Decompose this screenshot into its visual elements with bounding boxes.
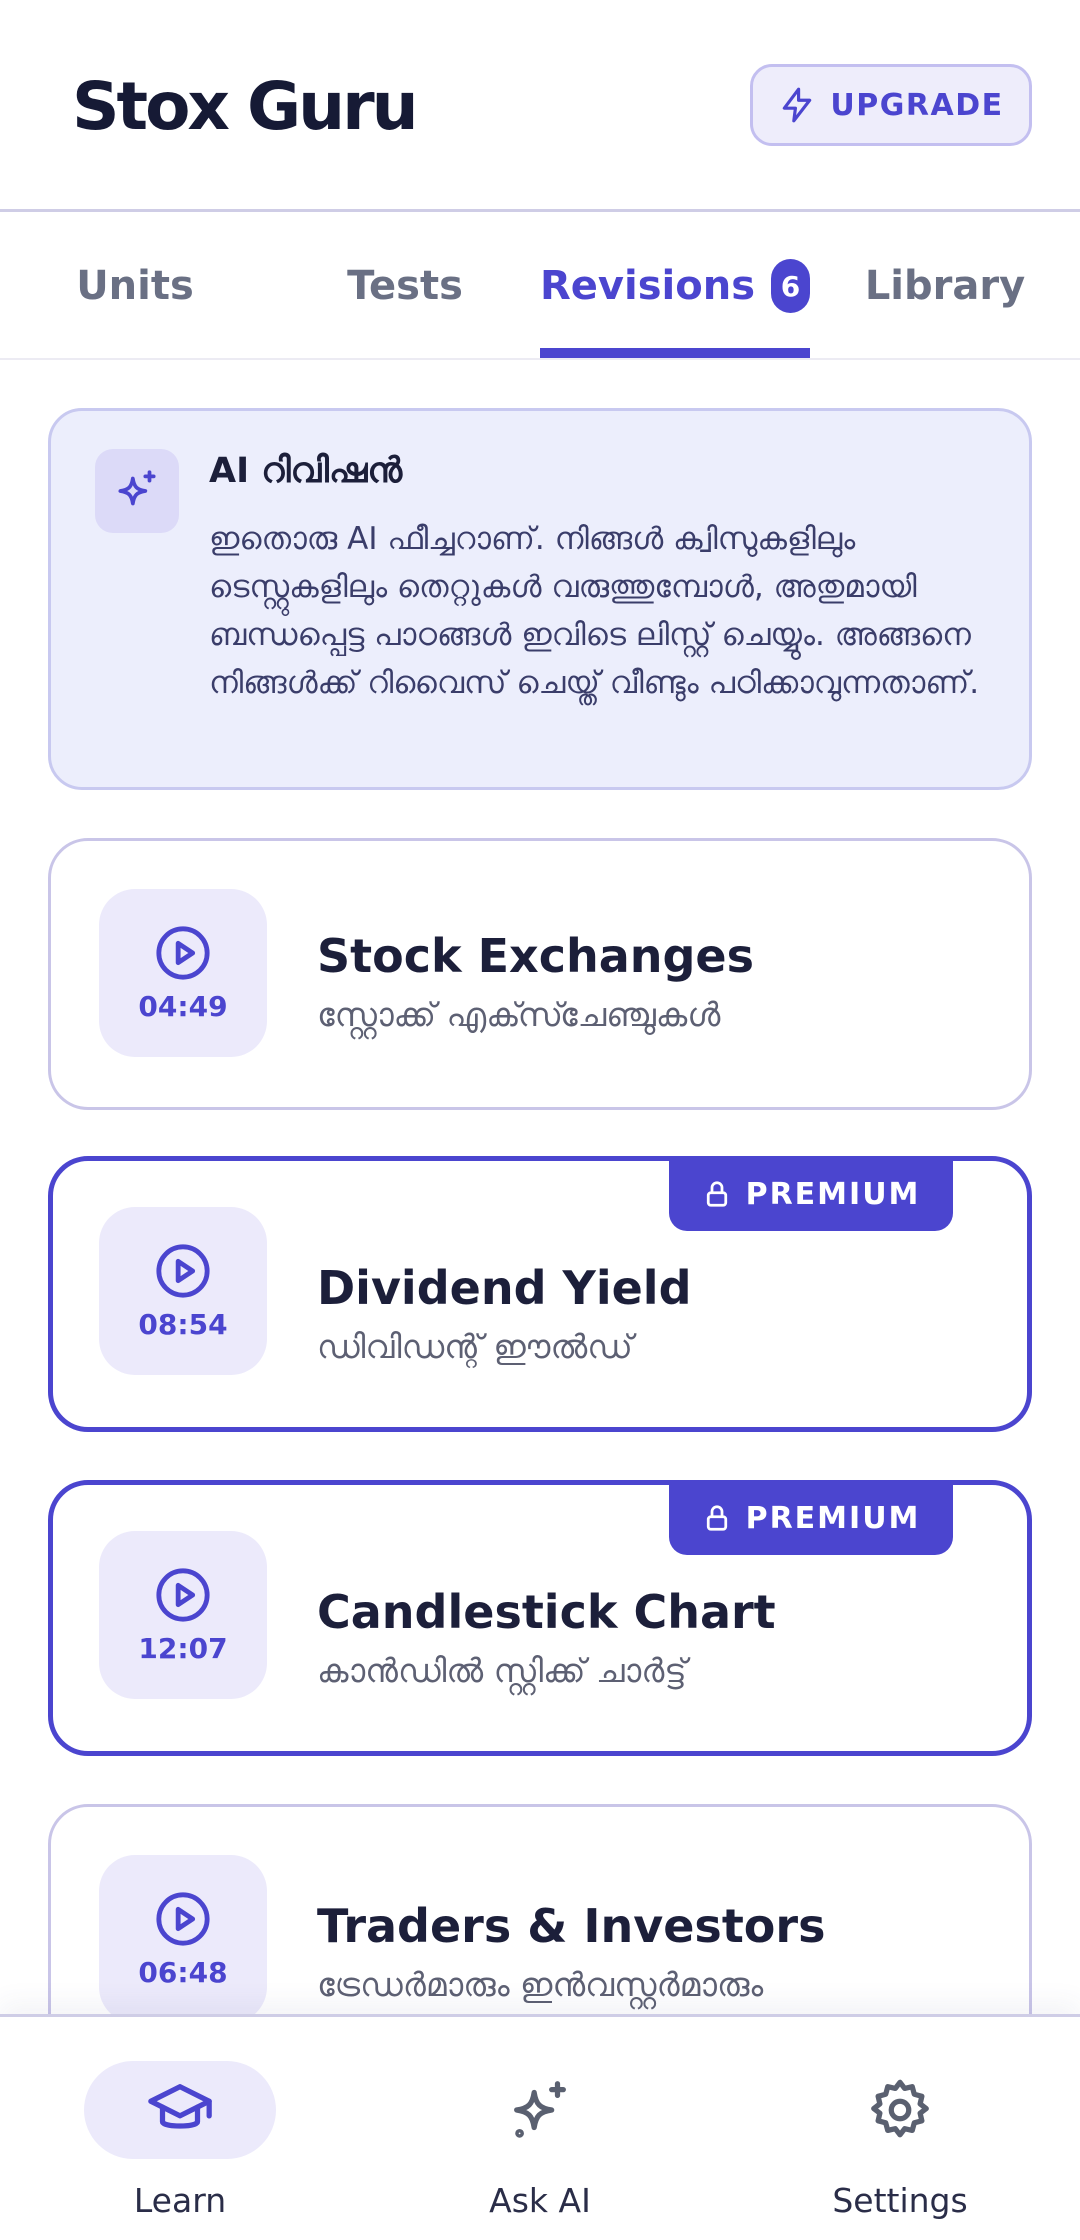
- lesson-title: Candlestick Chart: [317, 1585, 776, 1639]
- play-icon: [156, 925, 210, 980]
- play-icon: [156, 1243, 210, 1298]
- nav-icon-pill: [444, 2061, 636, 2159]
- lesson-duration: 12:07: [138, 1631, 228, 1665]
- lesson-card-premium[interactable]: PREMIUM 08:54 Dividend Yield ഡിവിഡന്റ് ഈ…: [48, 1156, 1032, 1432]
- tab-tests[interactable]: Tests: [270, 212, 540, 360]
- bottom-navigation: Learn Ask AI Settings: [0, 2014, 1080, 2240]
- tab-label: Library: [864, 263, 1026, 309]
- lesson-subtitle: സ്റ്റോക്ക് എക്സ്ചേഞ്ചുകൾ: [317, 995, 721, 1034]
- nav-icon-pill: [804, 2061, 996, 2159]
- lesson-subtitle: ഡിവിഡന്റ് ഈൽഡ്: [317, 1327, 633, 1366]
- lesson-duration: 04:49: [138, 989, 228, 1023]
- sparkle-icon: [514, 2081, 566, 2138]
- play-icon: [156, 1567, 210, 1622]
- nav-settings[interactable]: Settings: [720, 2017, 1080, 2240]
- tab-label: Units: [76, 263, 194, 309]
- premium-badge: PREMIUM: [669, 1157, 953, 1231]
- ai-card-description: ഇതൊരു AI ഫീച്ചറാണ്. നിങ്ങൾ ക്വിസുകളിലും …: [209, 521, 980, 701]
- lock-icon: [706, 1181, 727, 1207]
- lesson-thumbnail[interactable]: 06:48: [99, 1855, 267, 2023]
- upgrade-button[interactable]: UPGRADE: [750, 64, 1032, 146]
- nav-label: Settings: [832, 2181, 968, 2220]
- tab-label: Revisions: [540, 263, 755, 309]
- tab-library[interactable]: Library: [810, 212, 1080, 360]
- lock-icon: [706, 1505, 727, 1531]
- ai-revision-info-card: AI റിവിഷൻ ഇതൊരു AI ഫീച്ചറാണ്. നിങ്ങൾ ക്വ…: [48, 408, 1032, 790]
- lesson-card[interactable]: 04:49 Stock Exchanges സ്റ്റോക്ക് എക്സ്ചേ…: [48, 838, 1032, 1110]
- app-title: Stox Guru: [72, 68, 419, 145]
- lesson-thumbnail[interactable]: 08:54: [99, 1207, 267, 1375]
- active-tab-indicator: [540, 348, 810, 358]
- lesson-duration: 08:54: [138, 1307, 228, 1341]
- tab-bar: Units Tests Revisions 6 Library: [0, 212, 1080, 360]
- nav-icon-pill: [84, 2061, 276, 2159]
- nav-label: Learn: [133, 2181, 227, 2220]
- lesson-title: Traders & Investors: [317, 1899, 826, 1953]
- gear-icon: [871, 2079, 929, 2138]
- premium-label: PREMIUM: [745, 1176, 921, 1212]
- lightning-icon: [783, 87, 812, 123]
- lesson-thumbnail[interactable]: 12:07: [99, 1531, 267, 1699]
- graduation-cap-icon: [148, 2084, 212, 2129]
- sparkle-icon: [118, 470, 156, 506]
- lesson-subtitle: ട്രേഡർമാരും ഇൻവസ്റ്റർമാരും: [317, 1965, 764, 2004]
- premium-label: PREMIUM: [745, 1500, 921, 1536]
- nav-learn[interactable]: Learn: [0, 2017, 360, 2240]
- ai-card-title: AI റിവിഷൻ: [209, 451, 403, 491]
- revisions-count-badge: 6: [771, 259, 810, 313]
- tab-label: Tests: [347, 263, 463, 309]
- ai-icon-box: [95, 449, 179, 533]
- play-icon: [156, 1891, 210, 1946]
- lesson-card-premium[interactable]: PREMIUM 12:07 Candlestick Chart കാൻഡിൽ സ…: [48, 1480, 1032, 1756]
- nav-label: Ask AI: [489, 2181, 591, 2220]
- lesson-duration: 06:48: [138, 1955, 228, 1989]
- upgrade-label: UPGRADE: [830, 87, 1004, 123]
- lesson-subtitle: കാൻഡിൽ സ്റ്റിക്ക് ചാർട്ട്: [317, 1651, 687, 1690]
- lesson-thumbnail[interactable]: 04:49: [99, 889, 267, 1057]
- app-header: Stox Guru UPGRADE: [0, 0, 1080, 212]
- nav-ask-ai[interactable]: Ask AI: [360, 2017, 720, 2240]
- lesson-title: Stock Exchanges: [317, 929, 754, 983]
- premium-badge: PREMIUM: [669, 1481, 953, 1555]
- tab-revisions[interactable]: Revisions 6: [540, 212, 810, 360]
- tab-units[interactable]: Units: [0, 212, 270, 360]
- lesson-title: Dividend Yield: [317, 1261, 692, 1315]
